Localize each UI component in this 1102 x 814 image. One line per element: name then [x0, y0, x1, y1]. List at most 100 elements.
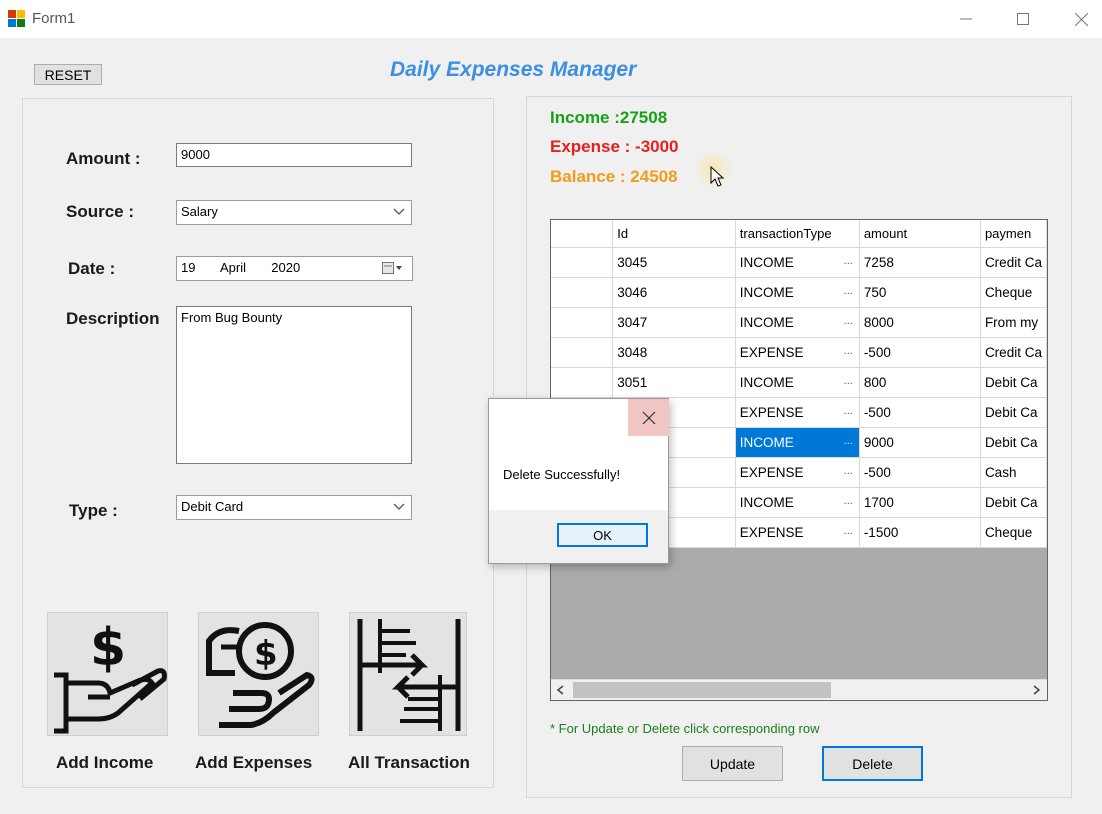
app-icon [8, 10, 25, 27]
grid-horizontal-scrollbar[interactable] [551, 679, 1047, 700]
cell-id[interactable]: 3047 [612, 307, 736, 338]
cell-transaction-type[interactable]: EXPENSE... [735, 397, 860, 428]
cell-amount[interactable]: 1700 [859, 487, 981, 518]
cell-ellipsis-button[interactable]: ... [844, 345, 853, 357]
cell-transaction-type-value: INCOME [739, 434, 794, 450]
maximize-icon [1017, 13, 1029, 25]
cell-id[interactable]: 3048 [612, 337, 736, 368]
cell-ellipsis-button[interactable]: ... [844, 315, 853, 327]
dialog-close-button[interactable] [628, 399, 669, 436]
column-header-transaction-type[interactable]: transactionType [735, 220, 860, 248]
cell-transaction-type-value: INCOME [739, 494, 794, 510]
minimize-button[interactable] [938, 0, 994, 38]
cell-transaction-type[interactable]: INCOME... [735, 307, 860, 338]
cell-ellipsis-button[interactable]: ... [844, 495, 853, 507]
dialog-ok-button[interactable]: OK [557, 523, 648, 547]
cell-amount[interactable]: -1500 [859, 517, 981, 548]
row-header[interactable] [551, 367, 614, 398]
table-row[interactable]: 3048 EXPENSE... -500 Credit Ca [551, 337, 1047, 368]
row-header[interactable] [551, 337, 614, 368]
cell-ellipsis-button[interactable]: ... [844, 525, 853, 537]
update-delete-hint: * For Update or Delete click correspondi… [550, 721, 820, 736]
scroll-left-icon[interactable] [556, 685, 566, 695]
cell-transaction-type-selected[interactable]: INCOME... [735, 427, 860, 458]
cell-amount[interactable]: -500 [859, 397, 981, 428]
table-row[interactable]: 3047 INCOME... 8000 From my [551, 307, 1047, 338]
add-expenses-label: Add Expenses [195, 753, 313, 772]
description-textarea[interactable]: From Bug Bounty [176, 306, 412, 464]
source-dropdown[interactable]: Salary [176, 200, 412, 225]
cell-payment[interactable]: Debit Ca [980, 487, 1047, 518]
column-header-amount[interactable]: amount [859, 220, 981, 248]
cell-payment[interactable]: Debit Ca [980, 367, 1047, 398]
cell-amount[interactable]: -500 [859, 457, 981, 488]
close-button[interactable] [1053, 0, 1102, 38]
cell-amount[interactable]: 8000 [859, 307, 981, 338]
cell-payment[interactable]: Cheque [980, 517, 1047, 548]
cell-ellipsis-button[interactable]: ... [844, 435, 853, 447]
scroll-right-icon[interactable] [1031, 685, 1041, 695]
maximize-button[interactable] [995, 0, 1051, 38]
cell-amount[interactable]: 7258 [859, 247, 981, 278]
income-total: Income :27508 [550, 108, 668, 127]
cell-payment[interactable]: Credit Ca [980, 337, 1047, 368]
cell-transaction-type[interactable]: EXPENSE... [735, 457, 860, 488]
cell-transaction-type[interactable]: INCOME... [735, 247, 860, 278]
cell-ellipsis-button[interactable]: ... [844, 285, 853, 297]
cell-amount[interactable]: 9000 [859, 427, 981, 458]
cell-amount[interactable]: -500 [859, 337, 981, 368]
scrollbar-thumb[interactable] [573, 682, 831, 698]
type-label: Type : [69, 501, 118, 520]
date-month: April [220, 260, 247, 275]
cell-transaction-type-value: EXPENSE [739, 464, 804, 480]
row-header[interactable] [551, 277, 614, 308]
cell-payment[interactable]: Cheque [980, 277, 1047, 308]
payment-type-dropdown[interactable]: Debit Card [176, 495, 412, 520]
row-header[interactable] [551, 307, 614, 338]
row-header[interactable] [551, 247, 614, 278]
cell-payment[interactable]: Debit Ca [980, 427, 1047, 458]
mouse-cursor-icon [710, 166, 725, 187]
cell-ellipsis-button[interactable]: ... [844, 465, 853, 477]
cell-transaction-type[interactable]: EXPENSE... [735, 337, 860, 368]
cell-transaction-type-value: EXPENSE [739, 404, 804, 420]
table-row[interactable]: 3046 INCOME... 750 Cheque [551, 277, 1047, 308]
cell-transaction-type-value: EXPENSE [739, 344, 804, 360]
hand-coin-icon: $ [206, 622, 315, 728]
cell-id[interactable]: 3045 [612, 247, 736, 278]
add-income-button[interactable]: $ [47, 612, 168, 736]
balance-total: Balance : 24508 [550, 167, 678, 186]
description-label: Description [66, 309, 160, 328]
reset-button[interactable]: RESET [34, 64, 102, 85]
column-header-id[interactable]: Id [612, 220, 736, 248]
cell-amount[interactable]: 800 [859, 367, 981, 398]
cell-ellipsis-button[interactable]: ... [844, 375, 853, 387]
cell-id[interactable]: 3046 [612, 277, 736, 308]
column-header-payment[interactable]: paymen [980, 220, 1047, 248]
cell-amount[interactable]: 750 [859, 277, 981, 308]
date-year: 2020 [271, 260, 301, 275]
table-row[interactable]: 3051 INCOME... 800 Debit Ca [551, 367, 1047, 398]
table-row[interactable]: 3045 INCOME... 7258 Credit Ca [551, 247, 1047, 278]
delete-button[interactable]: Delete [822, 746, 923, 781]
cell-transaction-type[interactable]: EXPENSE... [735, 517, 860, 548]
source-value: Salary [181, 204, 218, 219]
cell-transaction-type[interactable]: INCOME... [735, 487, 860, 518]
grid-corner-header[interactable] [551, 220, 614, 248]
cell-transaction-type[interactable]: INCOME... [735, 367, 860, 398]
cell-id[interactable]: 3051 [612, 367, 736, 398]
close-icon [1074, 12, 1088, 26]
cell-payment[interactable]: Cash [980, 457, 1047, 488]
cell-transaction-type-value: INCOME [739, 314, 794, 330]
all-transaction-button[interactable] [349, 612, 467, 736]
cell-payment[interactable]: Credit Ca [980, 247, 1047, 278]
cell-payment[interactable]: From my [980, 307, 1047, 338]
cell-payment[interactable]: Debit Ca [980, 397, 1047, 428]
cell-ellipsis-button[interactable]: ... [844, 255, 853, 267]
date-picker[interactable]: 19 April 2020 [176, 256, 413, 281]
add-expenses-button[interactable]: $ [198, 612, 319, 736]
cell-ellipsis-button[interactable]: ... [844, 405, 853, 417]
cell-transaction-type[interactable]: INCOME... [735, 277, 860, 308]
update-button[interactable]: Update [682, 746, 783, 781]
amount-input[interactable]: 9000 [176, 143, 412, 167]
